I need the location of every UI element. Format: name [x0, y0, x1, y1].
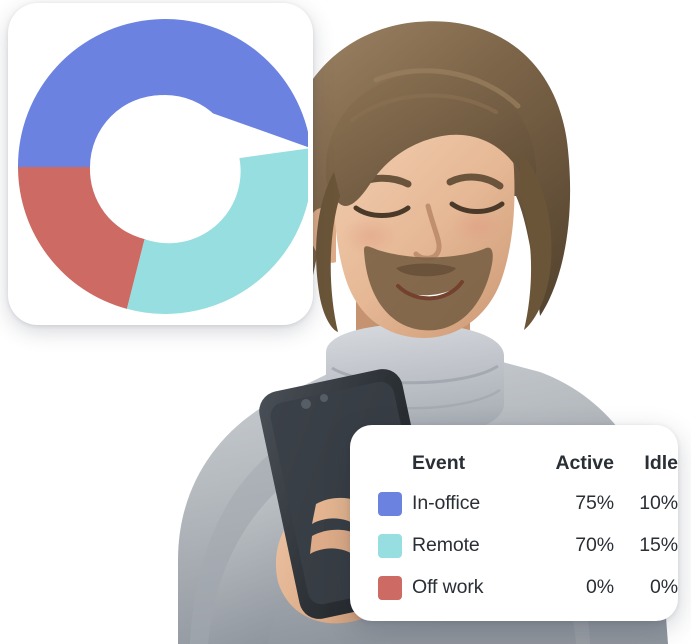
legend-table-body: In-office 75% 10% Remote 70% 15% Off wor…: [350, 483, 678, 609]
screenshot-stage: Event Active Idle In-office 75% 10% Remo…: [0, 0, 691, 644]
legend-active-remote: 70%: [575, 534, 614, 557]
color-swatch-off-work: [378, 576, 402, 600]
legend-idle-remote: 15%: [639, 534, 678, 557]
legend-label-remote: Remote: [412, 534, 480, 557]
phone-sensor-icon: [320, 394, 328, 402]
legend-label-in-office: In-office: [412, 492, 481, 515]
legend-active-in-office: 75%: [575, 492, 614, 515]
legend-header-active: Active: [555, 451, 614, 474]
donut-hole: [93, 95, 237, 239]
legend-table-head: Event Active Idle: [350, 425, 678, 483]
legend-header-swatch-spacer: [350, 425, 412, 483]
color-swatch-in-office: [378, 492, 402, 516]
legend-label-off-work: Off work: [412, 576, 484, 599]
legend-idle-off-work: 0%: [650, 576, 678, 599]
table-row[interactable]: In-office 75% 10%: [350, 483, 678, 525]
legend-active-off-work: 0%: [586, 576, 614, 599]
legend-swatch-cell: [350, 483, 412, 525]
donut-chart-card: [8, 3, 313, 325]
legend-card: Event Active Idle In-office 75% 10% Remo…: [350, 425, 678, 621]
phone-camera-icon: [301, 399, 311, 409]
table-row[interactable]: Remote 70% 15%: [350, 525, 678, 567]
legend-header-idle: Idle: [644, 451, 678, 474]
legend-header-row: Event Active Idle: [350, 425, 678, 483]
legend-swatch-cell: [350, 567, 412, 609]
legend-table: Event Active Idle In-office 75% 10% Remo…: [350, 425, 678, 609]
donut-chart: [17, 19, 308, 314]
table-row[interactable]: Off work 0% 0%: [350, 567, 678, 609]
color-swatch-remote: [378, 534, 402, 558]
legend-swatch-cell: [350, 525, 412, 567]
legend-header-event: Event: [412, 451, 466, 474]
legend-idle-in-office: 10%: [639, 492, 678, 515]
